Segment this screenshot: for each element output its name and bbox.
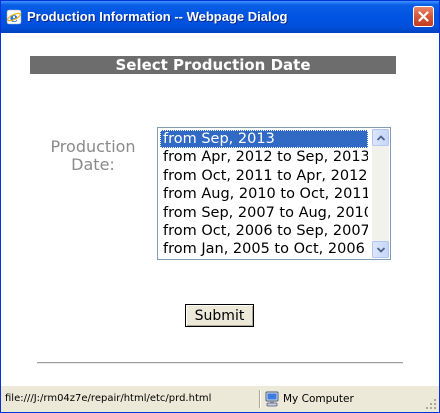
list-option[interactable]: from Sep, 2007 to Aug, 2010 [160,204,368,222]
my-computer-icon [265,391,279,407]
chevron-up-icon [377,135,385,141]
listbox-scrollbar[interactable] [372,129,389,258]
production-date-listbox[interactable]: from Sep, 2013 from Apr, 2012 to Sep, 20… [157,127,391,260]
window-title: Production Information -- Webpage Dialog [27,9,288,24]
list-option[interactable]: from Oct, 2011 to Apr, 2012 [160,167,368,185]
status-separator [259,390,261,408]
scroll-up-button[interactable] [372,129,389,146]
close-icon [418,11,429,22]
list-option[interactable]: from Apr, 2012 to Sep, 2013 [160,148,368,166]
title-bar[interactable]: e Production Information -- Webpage Dial… [1,1,439,33]
status-bar: file:///J:/rm04z7e/repair/html/etc/prd.h… [1,385,439,412]
status-url: file:///J:/rm04z7e/repair/html/etc/prd.h… [5,393,212,404]
chevron-down-icon [377,247,385,253]
list-option[interactable]: from Jan, 2005 to Oct, 2006 [160,240,368,258]
list-option[interactable]: from Oct, 2006 to Sep, 2007 [160,222,368,240]
label-line-2: Date: [71,155,115,174]
ie-icon: e [6,9,22,25]
section-header: Select Production Date [30,56,396,74]
listbox-options: from Sep, 2013 from Apr, 2012 to Sep, 20… [160,130,368,259]
dialog-window: e Production Information -- Webpage Dial… [0,0,440,413]
divider [37,362,403,364]
security-zone: My Computer [283,393,354,405]
scroll-down-button[interactable] [372,241,389,258]
resize-grip-icon[interactable] [425,398,437,410]
production-date-label: Production Date: [43,138,143,174]
submit-button[interactable]: Submit [185,304,254,327]
list-option[interactable]: from Aug, 2010 to Oct, 2011 [160,185,368,203]
dialog-content: Select Production Date Production Date: … [1,33,439,383]
label-line-1: Production [50,137,136,156]
list-option-selected[interactable]: from Sep, 2013 [160,130,368,149]
close-button[interactable] [413,6,434,27]
